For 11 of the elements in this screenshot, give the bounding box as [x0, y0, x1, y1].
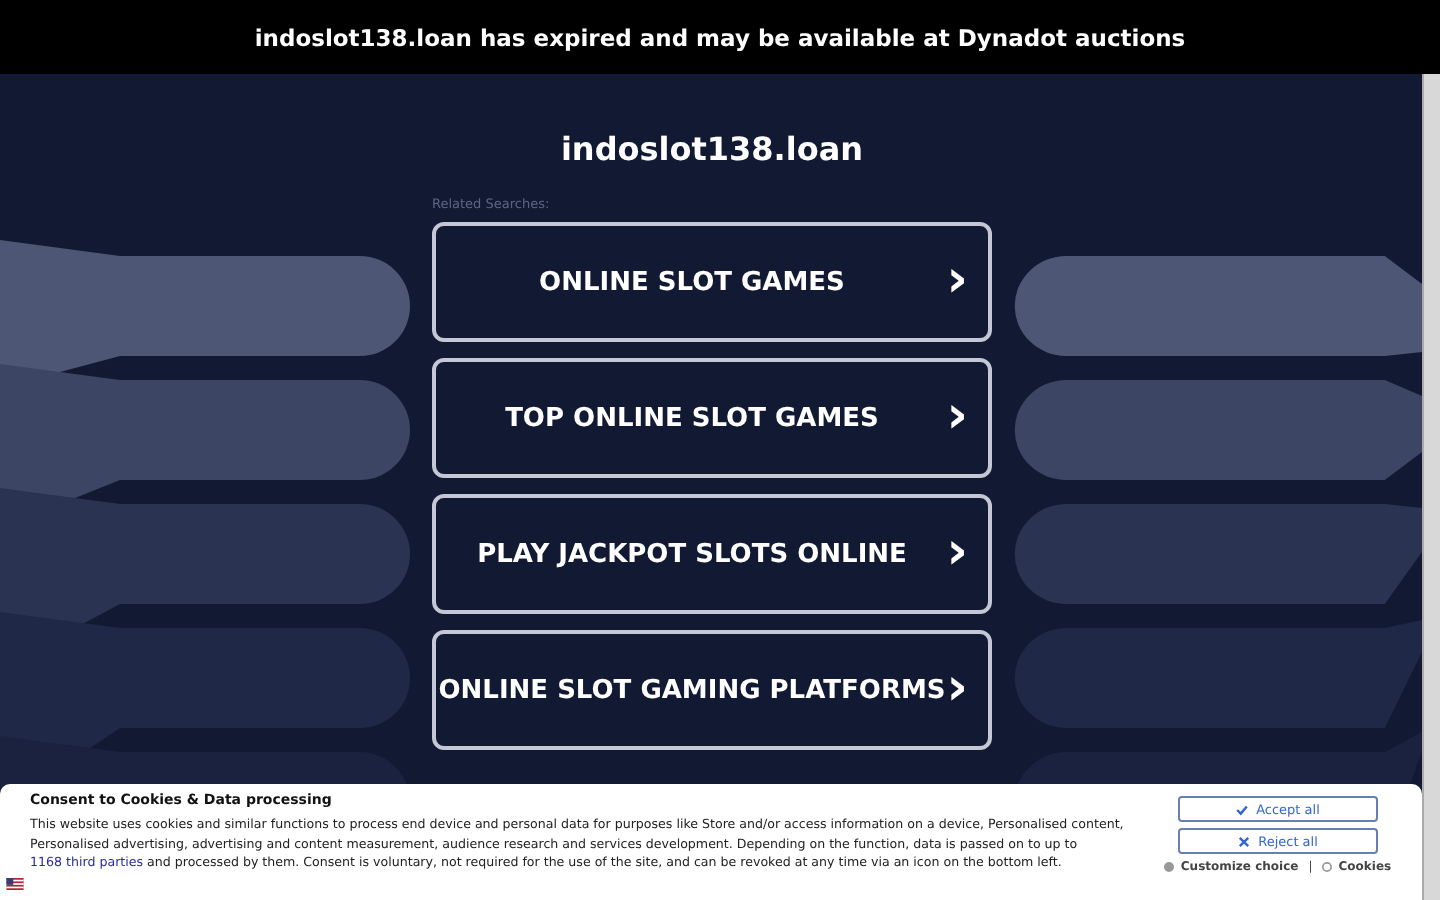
search-link-button[interactable]: PLAY JACKPOT SLOTS ONLINE › — [432, 494, 992, 614]
flag-icon[interactable] — [6, 878, 24, 890]
search-link-button[interactable]: ONLINE SLOT GAMING PLATFORMS› — [432, 630, 992, 750]
search-link-button[interactable]: TOP ONLINE SLOT GAMES › — [432, 358, 992, 478]
scrollbar[interactable] — [1422, 74, 1440, 900]
close-icon — [1238, 835, 1251, 847]
check-icon — [1236, 803, 1249, 815]
search-link-button[interactable]: ONLINE SLOT GAMES › — [432, 222, 992, 342]
circle-icon — [1322, 862, 1333, 872]
expired-banner: indoslot138.loan has expired and may be available at Dynadot auctions — [0, 0, 1440, 74]
domain-title: indoslot138.loan — [558, 130, 866, 168]
